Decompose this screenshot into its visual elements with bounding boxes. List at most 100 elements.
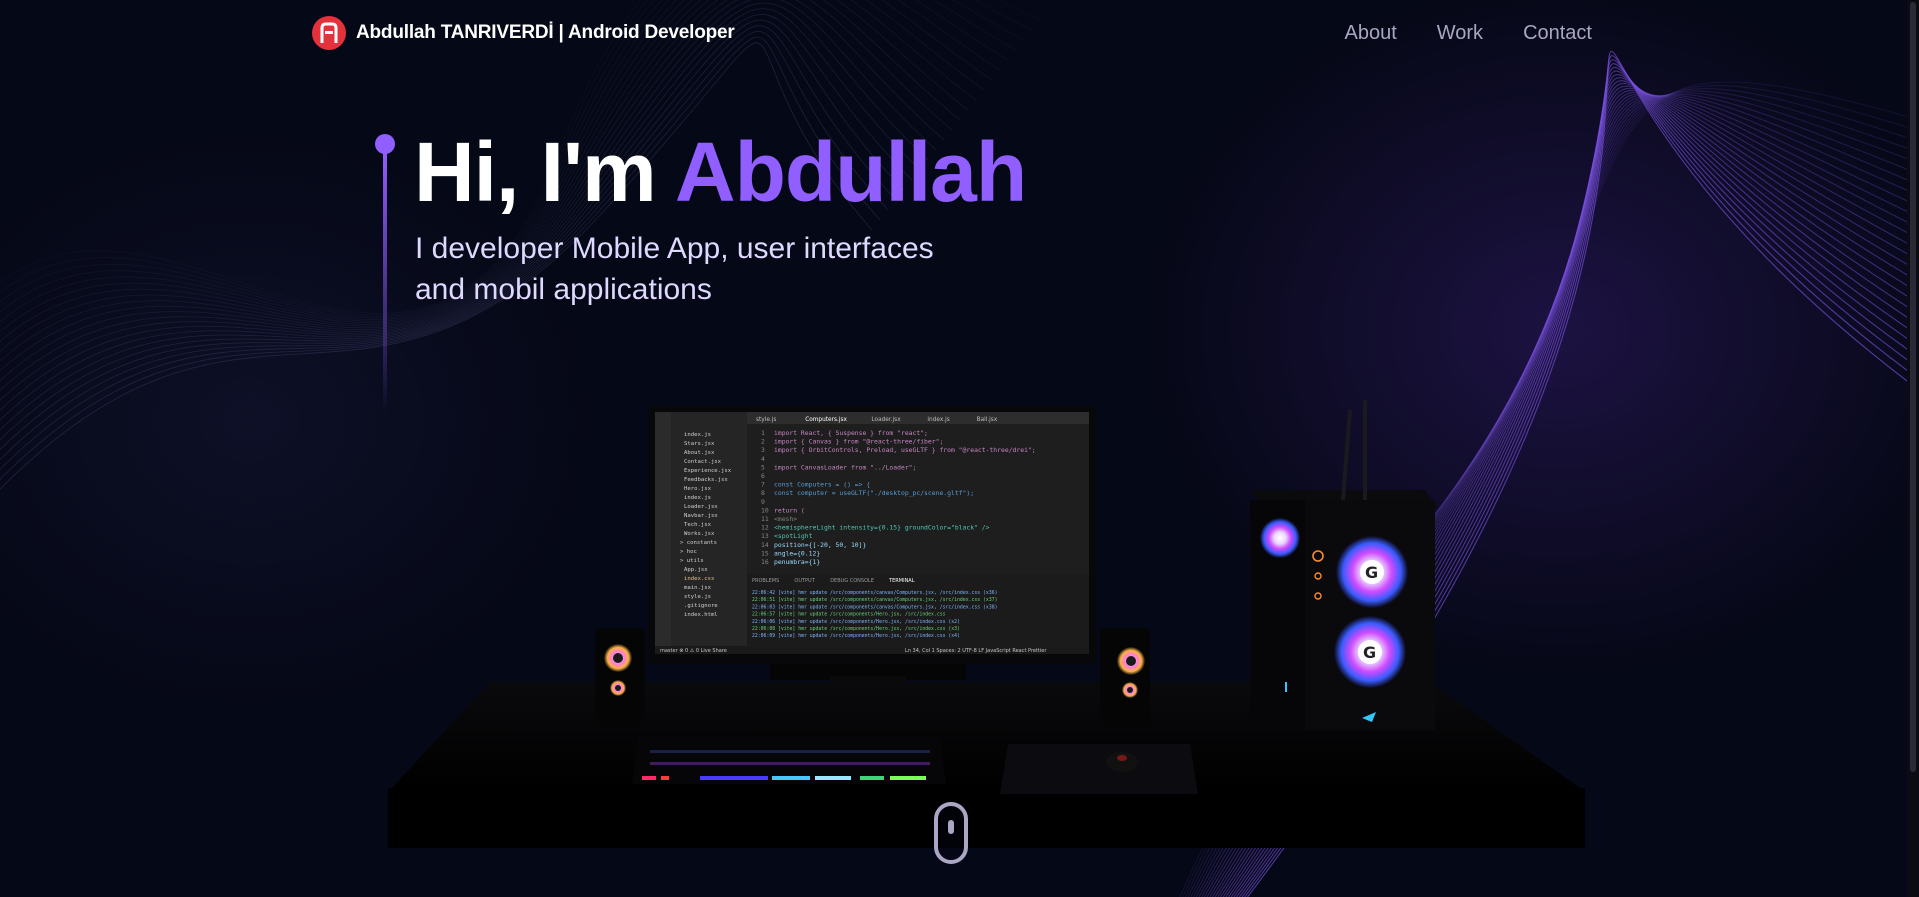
terminal-line: 22:06:08 [vite] hmr update /src/componen… bbox=[752, 626, 960, 632]
hero-title: Hi, I'm Abdullah bbox=[414, 122, 1027, 222]
hero-accent-line bbox=[383, 152, 387, 414]
terminal-line: 22:06:03 [vite] hmr update /src/componen… bbox=[752, 604, 997, 610]
editor-tab[interactable]: Loader.jsx bbox=[871, 417, 901, 423]
editor-tab[interactable]: Ball.jsx bbox=[977, 417, 998, 423]
svg-text:G: G bbox=[1363, 643, 1376, 662]
file-tree-item: .gitignore bbox=[684, 603, 718, 609]
status-left: master ⊗ 0 ⚠ 0 Live Share bbox=[660, 648, 727, 654]
editor-activity-bar bbox=[655, 412, 671, 654]
navbar: Abdullah TANRIVERDİ | Android Developer … bbox=[0, 0, 1919, 68]
code-line-number: 9 bbox=[761, 498, 765, 506]
file-tree-item: main.jsx bbox=[684, 585, 712, 591]
terminal-tab[interactable]: PROBLEMS bbox=[752, 578, 779, 584]
code-line: const computer = useGLTF("./desktop_pc/s… bbox=[774, 489, 974, 497]
code-line: import { Canvas } from "@react-three/fib… bbox=[774, 438, 943, 446]
svg-text:G: G bbox=[1365, 563, 1378, 582]
code-line-number: 14 bbox=[761, 541, 769, 549]
code-line-number: 2 bbox=[761, 438, 765, 446]
file-tree-item: Feedbacks.jsx bbox=[684, 477, 728, 483]
terminal-line: 22:06:42 [vite] hmr update /src/componen… bbox=[752, 590, 997, 596]
editor-tab[interactable]: Computers.jsx bbox=[805, 417, 847, 423]
file-tree-item: Experience.jsx bbox=[684, 468, 732, 474]
logo-text: Abdullah TANRIVERDİ | Android Developer bbox=[356, 22, 735, 43]
code-line: import React, { Suspense } from "react"; bbox=[774, 429, 928, 437]
code-line: angle={0.12} bbox=[774, 549, 820, 557]
mousepad bbox=[1000, 744, 1198, 794]
nav-links: About Work Contact bbox=[1344, 22, 1592, 45]
file-tree-item: Navbar.jsx bbox=[684, 513, 718, 519]
code-line-number: 4 bbox=[761, 455, 765, 463]
code-line: import { OrbitControls, Preload, useGLTF… bbox=[774, 446, 1036, 454]
code-line-number: 13 bbox=[761, 532, 769, 540]
code-line-number: 16 bbox=[761, 558, 769, 566]
hero-decoration bbox=[374, 134, 398, 434]
nav-link-about[interactable]: About bbox=[1344, 22, 1396, 45]
file-tree-item: Works.jsx bbox=[684, 531, 715, 537]
file-tree-item: Stars.jsx bbox=[684, 441, 715, 447]
code-line-number: 15 bbox=[761, 549, 769, 557]
right-speaker bbox=[1100, 628, 1150, 726]
terminal-line: 22:06:09 [vite] hmr update /src/componen… bbox=[752, 633, 960, 639]
page-scrollbar[interactable] bbox=[1907, 0, 1919, 897]
terminal-tabs[interactable]: PROBLEMS OUTPUT DEBUG CONSOLE TERMINAL bbox=[752, 578, 915, 584]
file-tree-item: > hoc bbox=[680, 549, 697, 555]
file-tree-item: > utils bbox=[680, 558, 704, 564]
nav-link-contact[interactable]: Contact bbox=[1523, 22, 1592, 45]
file-tree-item: Tech.jsx bbox=[684, 522, 712, 528]
desktop-setup-scene[interactable]: index.js Stars.jsx About.jsx Contact.jsx Exp… bbox=[380, 400, 1590, 870]
logo-icon bbox=[312, 16, 346, 50]
code-line-number: 1 bbox=[761, 429, 765, 437]
code-line: position={[-20, 50, 10]} bbox=[774, 541, 866, 549]
file-tree-item: Hero.jsx bbox=[684, 486, 712, 492]
code-line: <spotLight bbox=[774, 532, 813, 540]
code-line-number: 7 bbox=[761, 481, 765, 489]
code-line-number: 6 bbox=[761, 472, 765, 480]
pc-tower: G G bbox=[1250, 400, 1438, 730]
code-line: penumbra={1} bbox=[774, 558, 820, 566]
terminal-tab[interactable]: DEBUG CONSOLE bbox=[830, 578, 874, 584]
code-line: <hemisphereLight intensity={0.15} ground… bbox=[774, 524, 990, 532]
portfolio-page: Abdullah TANRIVERDİ | Android Developer … bbox=[0, 0, 1919, 897]
logo-link[interactable]: Abdullah TANRIVERDİ | Android Developer bbox=[312, 16, 735, 50]
hero-name: Abdullah bbox=[674, 125, 1027, 219]
code-line-number: 5 bbox=[761, 463, 765, 471]
terminal-line: 22:06:51 [vite] hmr update /src/componen… bbox=[752, 597, 997, 603]
code-line-number: 11 bbox=[761, 515, 769, 523]
code-line-number: 10 bbox=[761, 506, 769, 514]
file-tree-item: About.jsx bbox=[684, 450, 715, 456]
file-tree-item: App.jsx bbox=[684, 567, 708, 573]
nav-link-work[interactable]: Work bbox=[1437, 22, 1483, 45]
file-tree-item: index.html bbox=[684, 612, 718, 618]
hero-subtitle: I developer Mobile App, user interfaces … bbox=[415, 232, 934, 306]
code-line-number: 3 bbox=[761, 446, 765, 454]
editor-tab-bar bbox=[747, 412, 1089, 424]
scroll-down-indicator[interactable] bbox=[934, 802, 968, 864]
hero-greeting: Hi, I'm bbox=[414, 125, 675, 219]
terminal-tab[interactable]: OUTPUT bbox=[794, 578, 815, 584]
desk-front bbox=[388, 788, 1585, 848]
terminal-line: 22:06:57 [vite] hmr update /src/componen… bbox=[752, 612, 946, 618]
code-line: const Computers = () => { bbox=[774, 481, 870, 489]
file-tree-item: style.js bbox=[684, 594, 711, 600]
code-line-number: 8 bbox=[761, 489, 765, 497]
code-line: import CanvasLoader from "../Loader"; bbox=[774, 463, 916, 471]
editor-tab[interactable]: style.js bbox=[756, 417, 776, 423]
file-tree-item: index.js bbox=[684, 432, 711, 438]
file-tree-item: index.js bbox=[684, 495, 711, 501]
terminal-line: 22:06:06 [vite] hmr update /src/componen… bbox=[752, 619, 960, 625]
code-line: <mesh> bbox=[774, 515, 797, 523]
file-tree-item: > constants bbox=[680, 540, 717, 546]
editor-tab[interactable]: index.js bbox=[927, 417, 949, 423]
code-line: return ( bbox=[774, 506, 805, 514]
scroll-dot bbox=[948, 820, 954, 834]
file-tree-item: Contact.jsx bbox=[684, 459, 722, 465]
scrollbar-thumb[interactable] bbox=[1910, 2, 1916, 772]
left-speaker bbox=[595, 628, 645, 726]
status-right: Ln 34, Col 1 Spaces: 2 UTF-8 LF JavaScri… bbox=[905, 648, 1047, 654]
code-line-number: 12 bbox=[761, 524, 769, 532]
file-tree-item: index.css bbox=[684, 576, 714, 582]
terminal-tab[interactable]: TERMINAL bbox=[888, 578, 915, 584]
keyboard bbox=[632, 736, 946, 784]
file-tree-item: Loader.jsx bbox=[684, 504, 718, 510]
hero-accent-dot bbox=[375, 134, 395, 154]
